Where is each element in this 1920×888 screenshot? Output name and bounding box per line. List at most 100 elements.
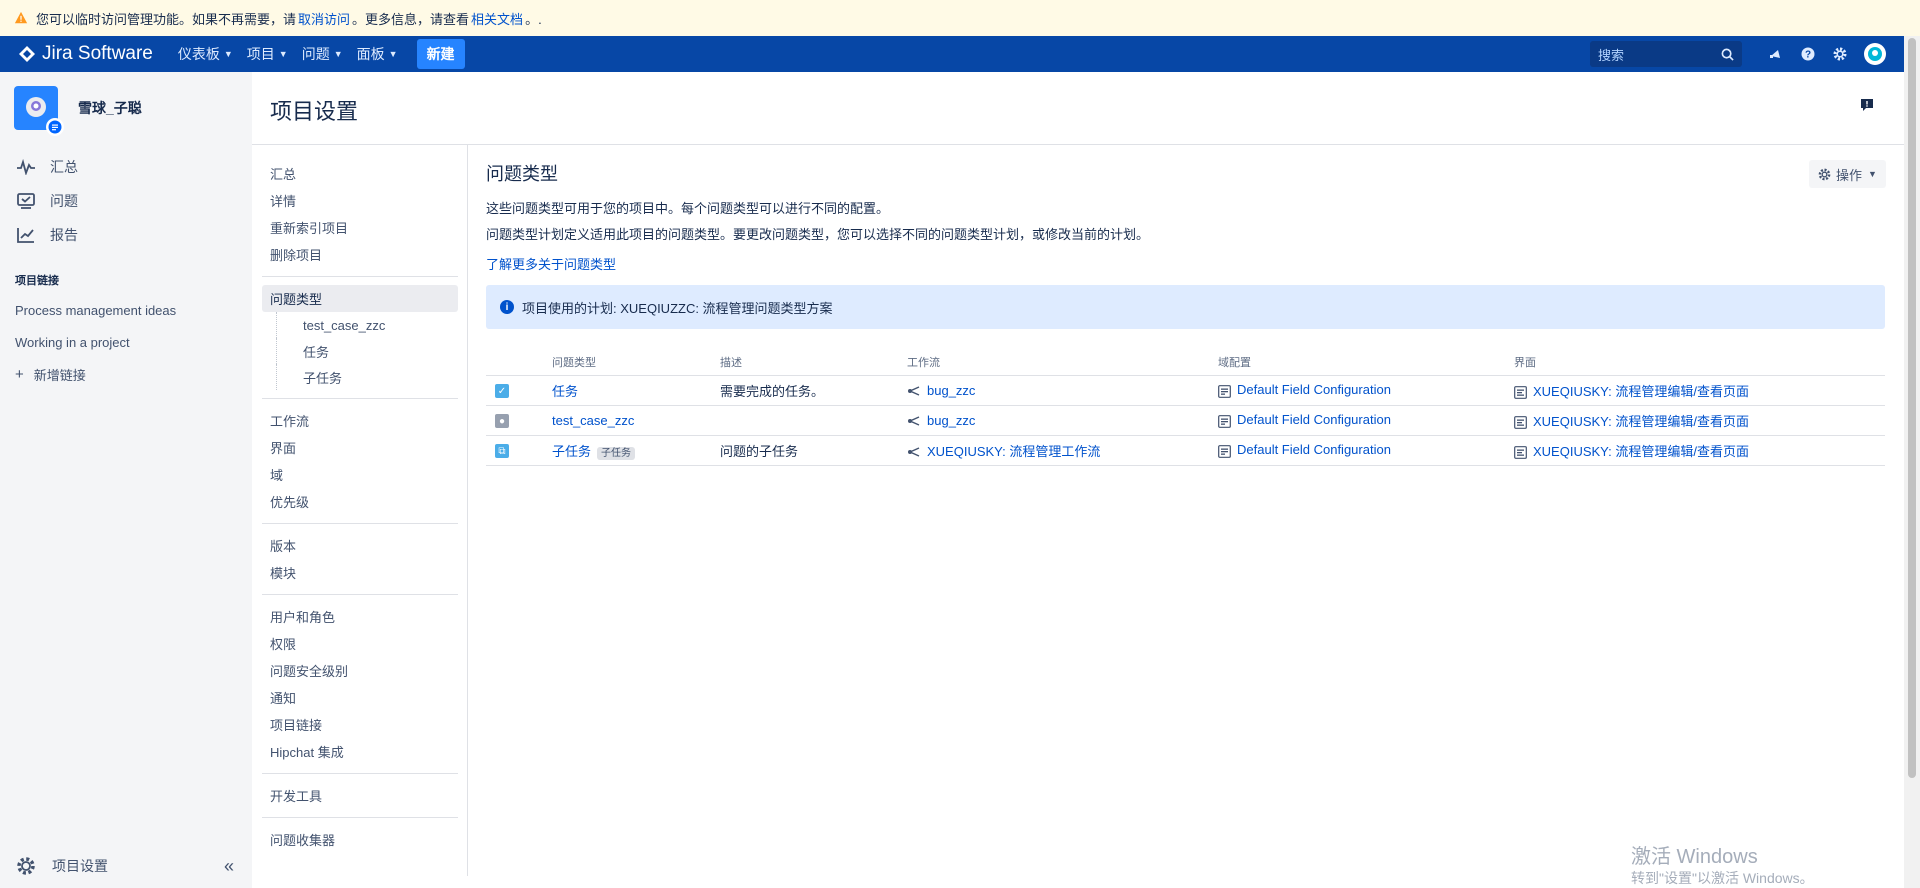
cancel-access-link[interactable]: 取消访问 <box>298 9 350 28</box>
settings-nav-dev-tools[interactable]: 开发工具 <box>262 782 458 809</box>
table-row: ⧉ 子任务 子任务 问题的子任务 XUEQIUSKY: 流程管理工作流 Defau… <box>486 435 1885 466</box>
add-link-label: 新增链接 <box>33 367 86 383</box>
logo-text: Jira Software <box>42 43 153 64</box>
scheme-info-box: i 项目使用的计划: XUEQIUZZC: 流程管理问题类型方案 <box>486 285 1885 329</box>
nav-separator <box>262 276 458 277</box>
collapse-sidebar-icon[interactable]: « <box>224 856 234 877</box>
settings-nav-summary[interactable]: 汇总 <box>262 160 458 187</box>
settings-nav-priorities[interactable]: 优先级 <box>262 488 458 515</box>
settings-nav-delete[interactable]: 删除项目 <box>262 241 458 268</box>
chevron-down-icon: ▼ <box>1868 169 1877 179</box>
jira-logo[interactable]: Jira Software <box>18 43 153 65</box>
column-header: 工作流 <box>907 349 1218 376</box>
settings-nav-notifications[interactable]: 通知 <box>262 684 458 711</box>
nav-boards[interactable]: 面板 ▼ <box>350 36 405 72</box>
sidebar-item-summary[interactable]: 汇总 <box>0 150 252 184</box>
screen-link[interactable]: XUEQIUSKY: 流程管理编辑/查看页面 <box>1533 444 1749 459</box>
settings-nav-details[interactable]: 详情 <box>262 187 458 214</box>
settings-nav-versions[interactable]: 版本 <box>262 532 458 559</box>
issue-type-link[interactable]: 任务 <box>552 384 578 399</box>
column-header: 界面 <box>1514 349 1885 376</box>
workflow-link[interactable]: XUEQIUSKY: 流程管理工作流 <box>927 444 1100 459</box>
chevron-down-icon: ▼ <box>388 49 398 59</box>
project-type-badge <box>46 118 64 136</box>
jira-diamond-icon <box>19 46 35 62</box>
notifications-icon[interactable] <box>1768 46 1784 62</box>
settings-nav-issue-types[interactable]: 问题类型 <box>262 285 458 312</box>
windows-activation-hint: 转到"设置"以激活 Windows。 <box>1631 870 1814 886</box>
screen-link[interactable]: XUEQIUSKY: 流程管理编辑/查看页面 <box>1533 414 1749 429</box>
project-name[interactable]: 雪球_子聪 <box>78 98 142 118</box>
banner-text-before: 您可以临时访问管理功能。如果不再需要，请 <box>36 11 297 27</box>
project-link-item[interactable]: Process management ideas <box>0 294 252 326</box>
feedback-icon[interactable] <box>1860 98 1874 115</box>
field-config-link[interactable]: Default Field Configuration <box>1237 442 1391 457</box>
field-config-link[interactable]: Default Field Configuration <box>1237 382 1391 397</box>
create-button[interactable]: 新建 <box>416 39 465 69</box>
search-placeholder: 搜索 <box>1598 47 1625 63</box>
chevron-down-icon: ▼ <box>333 49 343 59</box>
nav-projects[interactable]: 项目 ▼ <box>240 36 295 72</box>
settings-nav-components[interactable]: 模块 <box>262 559 458 586</box>
gear-icon <box>17 857 35 875</box>
nav-separator <box>262 773 458 774</box>
settings-nav-issue-collectors[interactable]: 问题收集器 <box>262 826 458 853</box>
sidebar-project-settings[interactable]: 项目设置 « <box>0 844 252 888</box>
nav-issues[interactable]: 问题 ▼ <box>295 36 350 72</box>
sidebar-item-reports[interactable]: 报告 <box>0 218 252 252</box>
screen-link[interactable]: XUEQIUSKY: 流程管理编辑/查看页面 <box>1533 384 1749 399</box>
search-input[interactable]: 搜索 <box>1590 41 1742 67</box>
column-header: 描述 <box>720 349 907 376</box>
workflow-icon <box>908 447 920 457</box>
field-config-icon <box>1218 414 1231 428</box>
settings-nav-screens[interactable]: 界面 <box>262 434 458 461</box>
top-navigation: Jira Software 仪表板 ▼ 项目 ▼ 问题 ▼ 面板 ▼ 新建 搜索 ? <box>0 36 1904 72</box>
settings-nav-workflows[interactable]: 工作流 <box>262 407 458 434</box>
settings-nav-reindex[interactable]: 重新索引项目 <box>262 214 458 241</box>
help-icon[interactable]: ? <box>1800 46 1816 62</box>
table-row: ● test_case_zzc bug_zzc Default Field Co… <box>486 405 1885 436</box>
section-title: 问题类型 <box>486 164 558 184</box>
settings-nav-issue-security[interactable]: 问题安全级别 <box>262 657 458 684</box>
windows-activation-watermark: 激活 Windows <box>1631 846 1758 868</box>
chevron-down-icon: ▼ <box>223 49 233 59</box>
table-row: ✓ 任务 需要完成的任务。 bug_zzc Default Field Conf… <box>486 375 1885 406</box>
issue-type-link[interactable]: test_case_zzc <box>552 413 634 428</box>
nav-separator <box>262 523 458 524</box>
workflow-link[interactable]: bug_zzc <box>927 383 975 398</box>
project-avatar[interactable] <box>14 86 64 136</box>
workflow-icon <box>908 386 920 396</box>
docs-link[interactable]: 相关文档 <box>471 9 523 28</box>
settings-nav-project-links[interactable]: 项目链接 <box>262 711 458 738</box>
column-divider <box>467 144 468 876</box>
settings-nav-subitem[interactable]: 任务 <box>276 338 458 364</box>
settings-nav-subitem[interactable]: test_case_zzc <box>276 312 458 338</box>
issue-type-link[interactable]: 子任务 <box>552 444 591 459</box>
issue-types-table: 问题类型 描述 工作流 域配置 界面 ✓ 任务 需要完成的任务。 bug_zzc… <box>486 349 1885 466</box>
project-header[interactable]: 雪球_子聪 <box>0 72 252 136</box>
add-link-button[interactable]: + 新增链接 <box>0 358 252 390</box>
sidebar-item-issues[interactable]: 问题 <box>0 184 252 218</box>
field-config-link[interactable]: Default Field Configuration <box>1237 412 1391 427</box>
nav-issues-label: 问题 <box>301 46 330 62</box>
issue-types-panel: 问题类型 操作 ▼ 这些问题类型可用于您的项目中。每个问题类型可以进行不同的配置… <box>486 160 1886 466</box>
settings-nav-users-roles[interactable]: 用户和角色 <box>262 603 458 630</box>
actions-label: 操作 <box>1836 167 1863 183</box>
sidebar-item-label: 问题 <box>50 193 78 209</box>
settings-nav-fields[interactable]: 域 <box>262 461 458 488</box>
settings-nav-permissions[interactable]: 权限 <box>262 630 458 657</box>
page-scrollbar[interactable] <box>1904 36 1920 888</box>
user-avatar[interactable] <box>1864 43 1886 65</box>
settings-nav-subitem[interactable]: 子任务 <box>276 364 458 390</box>
test-case-icon: ● <box>495 414 509 429</box>
settings-gear-icon[interactable] <box>1832 46 1848 62</box>
settings-nav-hipchat[interactable]: Hipchat 集成 <box>262 738 458 765</box>
project-links-heading: 项目链接 <box>15 275 59 287</box>
learn-more-link[interactable]: 了解更多关于问题类型 <box>486 254 616 273</box>
workflow-link[interactable]: bug_zzc <box>927 413 975 428</box>
nav-dashboards[interactable]: 仪表板 ▼ <box>171 36 240 72</box>
scrollbar-thumb[interactable] <box>1908 38 1916 778</box>
project-link-item[interactable]: Working in a project <box>0 326 252 358</box>
actions-dropdown-button[interactable]: 操作 ▼ <box>1809 160 1886 188</box>
description-line-2: 问题类型计划定义适用此项目的问题类型。要更改问题类型，您可以选择不同的问题类型计… <box>486 227 1150 242</box>
